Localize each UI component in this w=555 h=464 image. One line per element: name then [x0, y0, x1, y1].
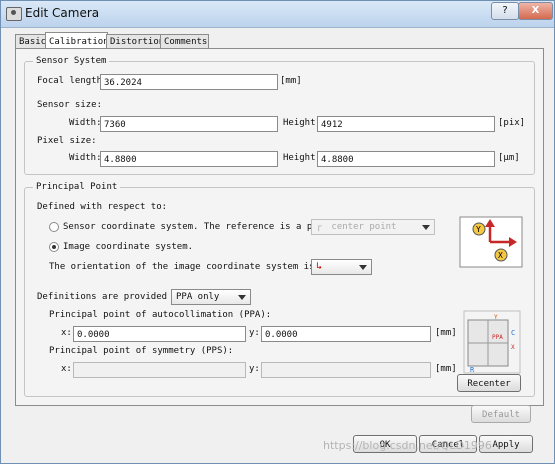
title-bar: Edit Camera ? X: [1, 1, 554, 28]
focal-length-label: Focal length:: [37, 76, 108, 86]
ppa-marker-label: PPA: [492, 334, 503, 341]
pixel-reference-icon: ┌: [316, 222, 322, 232]
tab-comments[interactable]: Comments: [160, 34, 209, 49]
x-axis-label: X: [498, 251, 503, 260]
pixel-size-label: Pixel size:: [37, 136, 97, 146]
y-axis-label: Y: [476, 225, 481, 234]
pixel-height-label: Height:: [283, 153, 321, 163]
window-title: Edit Camera: [25, 6, 100, 20]
definitions-value: PPA only: [176, 292, 220, 302]
diagram-y-label: Y: [494, 314, 498, 321]
focal-length-input[interactable]: 36.2024: [100, 74, 278, 90]
image-coordinate-radio[interactable]: [49, 242, 59, 252]
sensor-size-unit: [pix]: [498, 118, 526, 128]
watermark: https://blog.csdn.net/QLD1996: [323, 439, 492, 452]
pixel-height-input[interactable]: 4.8800: [317, 151, 495, 167]
sensor-size-label: Sensor size:: [37, 100, 103, 110]
pps-unit: [mm]: [435, 364, 457, 374]
ppa-x-input[interactable]: 0.0000: [73, 326, 246, 342]
orientation-select[interactable]: ↳: [311, 259, 372, 275]
definitions-select[interactable]: PPA only: [171, 289, 251, 305]
help-button[interactable]: ?: [491, 2, 519, 20]
principal-point-diagram: PPA Y C X R: [463, 310, 521, 374]
sensor-system-legend: Sensor System: [33, 56, 110, 66]
sensor-height-input[interactable]: 4912: [317, 116, 495, 132]
ppa-y-label: y:: [249, 328, 260, 338]
principal-point-legend: Principal Point: [33, 182, 121, 192]
sensor-width-input[interactable]: 7360: [100, 116, 278, 132]
image-coordinate-label: Image coordinate system.: [63, 242, 194, 252]
tab-basic[interactable]: Basic: [15, 34, 48, 49]
ppa-label: Principal point of autocollimation (PPA)…: [49, 310, 272, 320]
sensor-width-label: Width:: [69, 118, 102, 128]
pps-label: Principal point of symmetry (PPS):: [49, 346, 234, 356]
diagram-x-label: X: [511, 344, 515, 351]
reference-point-select[interactable]: ┌ center point: [311, 219, 435, 235]
ppa-x-label: x:: [61, 328, 72, 338]
focal-length-unit: [mm]: [280, 76, 302, 86]
chevron-down-icon: [238, 295, 246, 300]
ppa-y-input[interactable]: 0.0000: [261, 326, 431, 342]
sensor-coordinate-radio[interactable]: [49, 222, 59, 232]
chevron-down-icon: [422, 225, 430, 230]
sensor-system-group: Sensor System Focal length: 36.2024 [mm]…: [24, 56, 535, 175]
pixel-width-input[interactable]: 4.8800: [100, 151, 278, 167]
default-button[interactable]: Default: [471, 405, 531, 423]
pixel-width-label: Width:: [69, 153, 102, 163]
chevron-down-icon: [359, 265, 367, 270]
edit-camera-window: Edit Camera ? X Basic Calibration Distor…: [0, 0, 555, 464]
recenter-button[interactable]: Recenter: [457, 374, 521, 392]
sensor-height-label: Height:: [283, 118, 321, 128]
coordinate-orientation-diagram: Y X: [459, 216, 523, 268]
orientation-icon: ↳: [316, 261, 323, 272]
tab-distortion[interactable]: Distortion: [106, 34, 164, 49]
orientation-label: The orientation of the image coordinate …: [49, 262, 353, 272]
sensor-coordinate-label: Sensor coordinate system. The reference …: [63, 222, 345, 232]
definitions-label: Definitions are provided for: [37, 292, 189, 302]
pps-x-label: x:: [61, 364, 72, 374]
camera-icon: [6, 7, 22, 21]
ppa-unit: [mm]: [435, 328, 457, 338]
pps-y-label: y:: [249, 364, 260, 374]
pixel-size-unit: [μm]: [498, 153, 520, 163]
pps-x-input[interactable]: [73, 362, 246, 378]
diagram-c-label: C: [511, 329, 515, 337]
principal-point-group: Principal Point Defined with respect to:…: [24, 182, 535, 397]
defined-label: Defined with respect to:: [37, 202, 168, 212]
reference-point-value: center point: [331, 222, 397, 232]
calibration-panel: Sensor System Focal length: 36.2024 [mm]…: [15, 48, 544, 406]
pps-y-input[interactable]: [261, 362, 431, 378]
close-button[interactable]: X: [518, 2, 553, 20]
